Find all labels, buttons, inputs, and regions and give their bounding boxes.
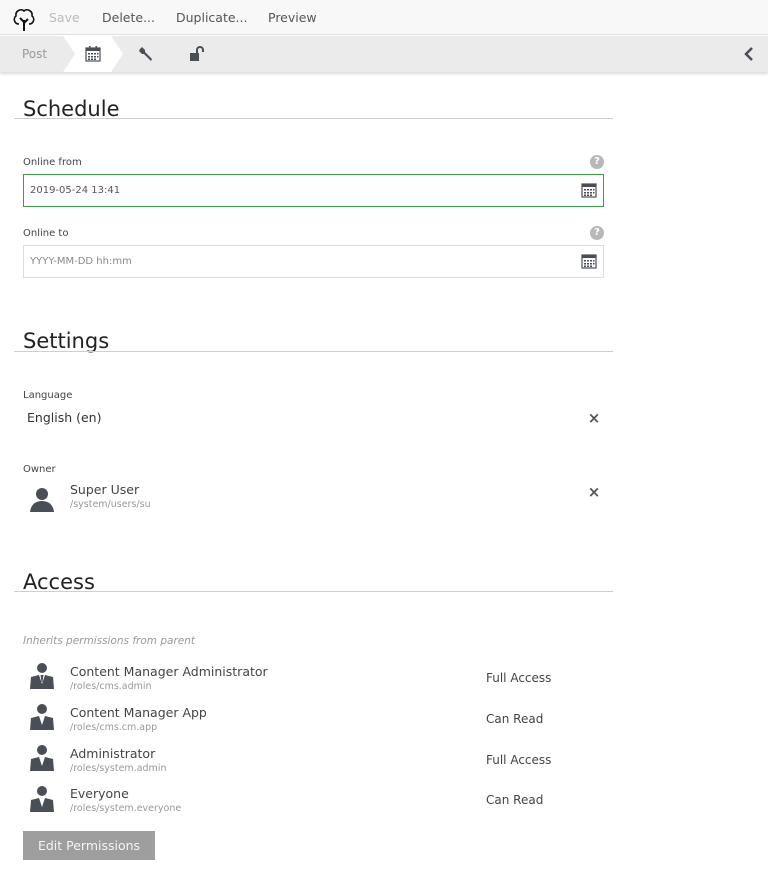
tree-logo-icon[interactable]: [12, 6, 36, 32]
owner-label: Owner: [23, 464, 56, 475]
role-name: Administrator: [70, 746, 156, 761]
schedule-divider: [14, 118, 613, 119]
owner-name[interactable]: Super User: [70, 482, 139, 497]
unlock-icon[interactable]: [187, 45, 205, 63]
online-from-input[interactable]: [23, 174, 604, 207]
preview-button[interactable]: Preview: [268, 10, 317, 25]
role-name: Content Manager Administrator: [70, 664, 268, 679]
role-permission: Can Read: [486, 793, 544, 807]
language-value[interactable]: English (en): [27, 410, 101, 425]
role-permission: Can Read: [486, 712, 544, 726]
access-divider: [14, 591, 613, 592]
role-path: /roles/system.everyone: [70, 803, 182, 814]
clear-owner-icon[interactable]: ×: [587, 485, 601, 500]
language-label: Language: [23, 390, 73, 401]
calendar-icon[interactable]: [84, 45, 102, 63]
inherit-note: Inherits permissions from parent: [23, 635, 196, 647]
help-icon[interactable]: ?: [590, 155, 604, 169]
duplicate-button[interactable]: Duplicate...: [176, 10, 247, 25]
role-icon: [30, 663, 54, 689]
top-toolbar: Save Delete... Duplicate... Preview: [0, 0, 768, 35]
save-button[interactable]: Save: [49, 10, 80, 25]
settings-divider: [14, 351, 613, 352]
user-icon: [30, 488, 54, 512]
role-permission: Full Access: [486, 753, 552, 767]
role-icon: [30, 704, 54, 730]
role-permission: Full Access: [486, 671, 552, 685]
calendar-picker-icon[interactable]: [581, 182, 597, 198]
role-icon: [30, 745, 54, 771]
tab-post[interactable]: Post: [22, 47, 47, 61]
help-icon[interactable]: ?: [590, 226, 604, 240]
panel-tabs-bar: Post: [0, 36, 768, 72]
role-path: /roles/cms.cm.app: [70, 722, 158, 733]
role-name: Content Manager App: [70, 705, 207, 720]
owner-path: /system/users/su: [70, 499, 151, 510]
role-path: /roles/system.admin: [70, 763, 167, 774]
edit-permissions-button[interactable]: Edit Permissions: [23, 831, 155, 860]
online-from-label: Online from: [23, 157, 82, 168]
clear-language-icon[interactable]: ×: [587, 411, 601, 426]
delete-button[interactable]: Delete...: [102, 10, 155, 25]
online-to-input[interactable]: [23, 245, 604, 278]
chevron-left-icon[interactable]: [742, 45, 756, 63]
online-to-label: Online to: [23, 228, 69, 239]
wrench-icon[interactable]: [137, 45, 155, 63]
role-path: /roles/cms.admin: [70, 681, 152, 692]
role-name: Everyone: [70, 786, 129, 801]
role-icon: [30, 786, 54, 812]
settings-heading: Settings: [23, 329, 110, 353]
calendar-picker-icon[interactable]: [581, 253, 597, 269]
